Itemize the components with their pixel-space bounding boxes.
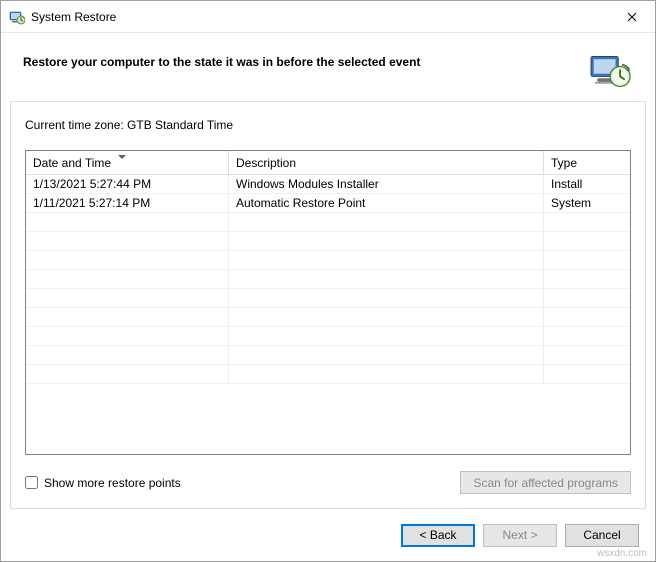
cell-type [544,346,630,364]
timezone-label: Current time zone: GTB Standard Time [25,118,631,132]
table-body: 1/13/2021 5:27:44 PMWindows Modules Inst… [26,175,630,384]
cell-date [26,346,229,364]
cell-date: 1/13/2021 5:27:44 PM [26,175,229,193]
cell-description [229,213,544,231]
cell-date [26,213,229,231]
scan-affected-programs-button[interactable]: Scan for affected programs [460,471,631,494]
cell-date [26,232,229,250]
cell-date [26,365,229,383]
show-more-checkbox-input[interactable] [25,476,38,489]
cell-type [544,213,630,231]
cell-date [26,289,229,307]
cell-type [544,365,630,383]
cell-type: Install [544,175,630,193]
cell-type [544,232,630,250]
cell-type [544,270,630,288]
table-row [26,213,630,232]
next-button[interactable]: Next > [483,524,557,547]
cell-date [26,270,229,288]
system-restore-icon [9,9,25,25]
cell-date [26,327,229,345]
restore-points-table[interactable]: Date and Time Description Type 1/13/2021… [25,150,631,455]
table-row [26,270,630,289]
table-row[interactable]: 1/11/2021 5:27:14 PMAutomatic Restore Po… [26,194,630,213]
page-heading: Restore your computer to the state it wa… [23,51,579,69]
cell-type [544,289,630,307]
column-header-date[interactable]: Date and Time [26,151,229,174]
table-row [26,289,630,308]
cell-description: Automatic Restore Point [229,194,544,212]
close-button[interactable] [609,1,655,32]
table-row [26,346,630,365]
cell-description [229,365,544,383]
cell-description: Windows Modules Installer [229,175,544,193]
table-row [26,232,630,251]
column-header-type[interactable]: Type [544,151,630,174]
column-header-description[interactable]: Description [229,151,544,174]
titlebar: System Restore [1,1,655,33]
cell-description [229,289,544,307]
back-button[interactable]: < Back [401,524,475,547]
cell-type [544,308,630,326]
cell-description [229,308,544,326]
table-footer-row: Show more restore points Scan for affect… [25,471,631,494]
system-restore-window: System Restore Restore your computer to … [0,0,656,562]
table-row[interactable]: 1/13/2021 5:27:44 PMWindows Modules Inst… [26,175,630,194]
show-more-label: Show more restore points [44,476,181,490]
wizard-header: Restore your computer to the state it wa… [1,33,655,101]
show-more-restore-points-checkbox[interactable]: Show more restore points [25,476,181,490]
window-title: System Restore [31,10,609,24]
cell-date [26,308,229,326]
table-row [26,365,630,384]
cell-type: System [544,194,630,212]
table-row [26,308,630,327]
cell-description [229,232,544,250]
cell-description [229,270,544,288]
restore-monitor-clock-icon [589,51,633,91]
table-row [26,251,630,270]
cell-type [544,251,630,269]
table-row [26,327,630,346]
wizard-footer: < Back Next > Cancel [1,509,655,561]
content-panel: Current time zone: GTB Standard Time Dat… [10,101,646,509]
cell-date: 1/11/2021 5:27:14 PM [26,194,229,212]
cell-date [26,251,229,269]
cell-description [229,251,544,269]
cell-type [544,327,630,345]
table-header: Date and Time Description Type [26,151,630,175]
cell-description [229,346,544,364]
cancel-button[interactable]: Cancel [565,524,639,547]
cell-description [229,327,544,345]
